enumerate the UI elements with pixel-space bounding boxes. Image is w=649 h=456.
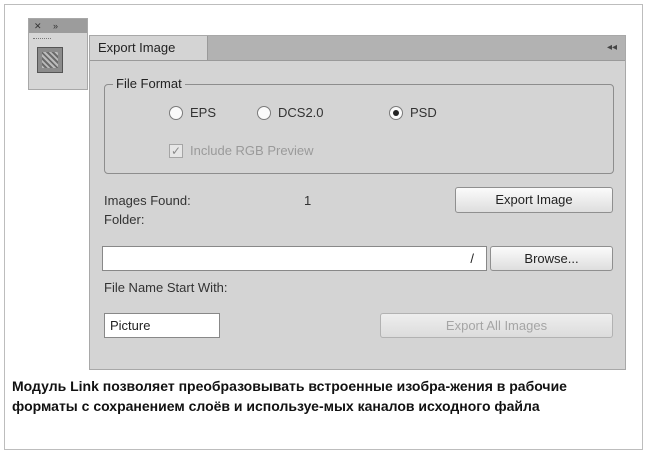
collapsed-panel-dock: ✕ » [28, 18, 88, 90]
folder-path-input[interactable]: / [102, 246, 487, 271]
radio-psd[interactable]: PSD [389, 105, 437, 120]
radio-eps-circle[interactable] [169, 105, 183, 120]
radio-dcs-label: DCS2.0 [278, 105, 324, 120]
export-all-images-button[interactable]: Export All Images [380, 313, 613, 338]
browse-button[interactable]: Browse... [490, 246, 613, 271]
file-format-group: File Format EPS DCS2.0 PSD ✓ Include RGB… [104, 76, 614, 174]
expand-icon[interactable]: » [53, 19, 58, 33]
file-name-label: File Name Start With: [104, 280, 228, 295]
folder-path-value: / [470, 251, 474, 266]
radio-dcs[interactable]: DCS2.0 [257, 105, 324, 120]
radio-eps[interactable]: EPS [169, 105, 216, 120]
radio-psd-label: PSD [410, 105, 437, 120]
images-found-value: 1 [304, 193, 312, 208]
file-format-legend: File Format [113, 76, 185, 92]
link-panel-icon[interactable] [37, 47, 63, 73]
include-preview-checkbox[interactable]: ✓ [169, 143, 183, 158]
link-icon-glyph [42, 52, 58, 68]
collapse-icon[interactable]: ◂◂ [607, 36, 617, 60]
include-preview-checkbox-row[interactable]: ✓ Include RGB Preview [169, 143, 314, 158]
export-image-button[interactable]: Export Image [455, 187, 613, 213]
images-found-label: Images Found: [104, 193, 191, 208]
radio-eps-label: EPS [190, 105, 217, 120]
tab-export-image[interactable]: Export Image [90, 36, 208, 60]
dock-title-bar: ✕ » [29, 19, 87, 33]
export-image-panel: Export Image ◂◂ File Format EPS DCS2.0 P… [89, 35, 626, 370]
grip-handle[interactable] [33, 38, 51, 41]
include-preview-label: Include RGB Preview [190, 143, 314, 158]
close-icon[interactable]: ✕ [34, 19, 42, 33]
figure-caption: Модуль Link позволяет преобразовывать вс… [12, 378, 567, 414]
panel-tab-bar: Export Image ◂◂ [90, 36, 625, 61]
radio-psd-circle[interactable] [389, 105, 403, 120]
radio-dcs-circle[interactable] [257, 105, 271, 120]
file-name-input[interactable]: Picture [104, 313, 220, 338]
folder-label: Folder: [104, 212, 145, 227]
